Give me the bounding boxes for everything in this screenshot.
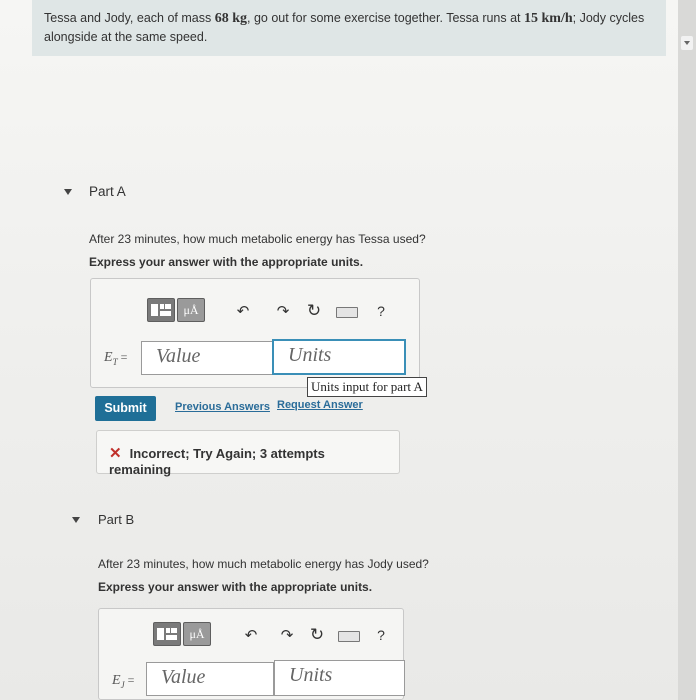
part-b-instruction: Express your answer with the appropriate… [98,580,373,594]
part-b-variable-label: EJ = [112,673,135,690]
part-b-question: After 23 minutes, how much metabolic ene… [98,557,429,571]
undo-icon[interactable]: ↶ [240,624,262,646]
problem-text: Tessa and Jody, each of mass [44,11,215,25]
part-a-value-input[interactable]: Value [141,341,274,375]
problem-statement: Tessa and Jody, each of mass 68 kg, go o… [32,0,666,56]
collapse-part-a-icon[interactable] [64,189,72,195]
symbols-icon[interactable]: μÅ [183,622,211,646]
undo-icon[interactable]: ↶ [232,300,254,322]
symbols-icon[interactable]: μÅ [177,298,205,322]
templates-icon[interactable] [147,298,175,322]
part-a-label[interactable]: Part A [89,184,126,199]
problem-text: , go out for some exercise together. Tes… [247,11,525,25]
templates-icon[interactable] [153,622,181,646]
part-a-question: After 23 minutes, how much metabolic ene… [89,232,426,246]
keyboard-icon[interactable] [336,307,358,318]
mass-value: 68 kg [214,11,247,26]
redo-icon[interactable]: ↷ [272,300,294,322]
previous-answers-link[interactable]: Previous Answers [175,401,270,413]
part-b-units-input[interactable]: Units [274,660,405,696]
request-answer-link[interactable]: Request Answer [277,399,363,411]
part-a-toolbar: μÅ [147,298,207,322]
collapse-part-b-icon[interactable] [72,517,80,523]
keyboard-icon[interactable] [338,631,360,642]
part-a-instruction: Express your answer with the appropriate… [89,255,364,269]
part-a-units-input[interactable]: Units [272,339,406,375]
part-b-label[interactable]: Part B [98,512,134,527]
speed-value: 15 km/h [524,11,573,26]
units-tooltip: Units input for part A [307,377,427,397]
reset-icon[interactable]: ↻ [303,300,325,322]
reset-icon[interactable]: ↻ [306,624,328,646]
scroll-down-arrow-icon[interactable] [681,36,693,50]
incorrect-icon: ✕ [109,445,122,462]
feedback-message: ✕ Incorrect; Try Again; 3 attempts remain… [96,430,400,477]
redo-icon[interactable]: ↷ [276,624,298,646]
feedback-text: Incorrect; Try Again; 3 attempts remaini… [109,446,325,477]
part-a-variable-label: ET = [104,350,128,367]
scrollbar[interactable] [678,0,696,700]
submit-button[interactable]: Submit [95,396,156,421]
part-b-value-input[interactable]: Value [146,662,274,696]
help-icon[interactable]: ? [370,624,392,646]
help-icon[interactable]: ? [370,300,392,322]
part-b-toolbar: μÅ [153,622,213,646]
